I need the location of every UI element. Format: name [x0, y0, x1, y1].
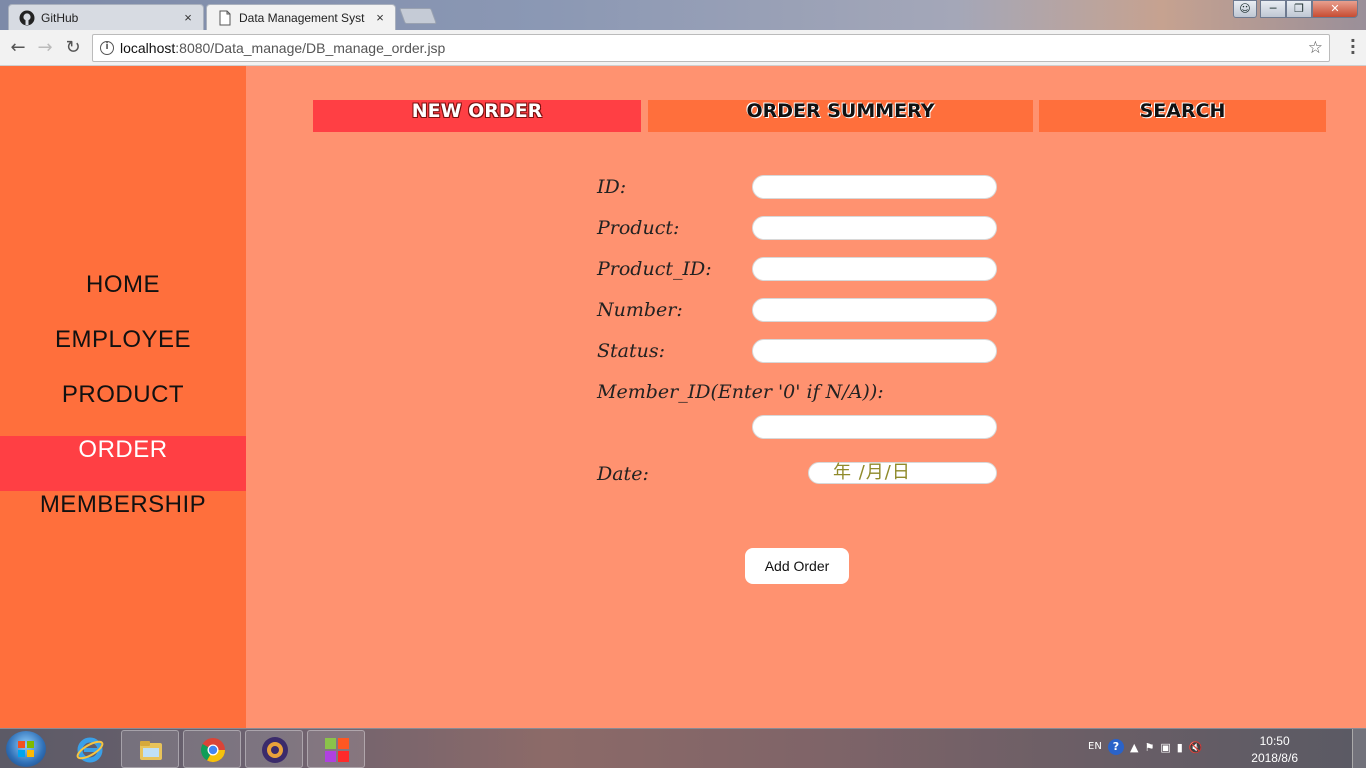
- add-order-button[interactable]: Add Order: [745, 548, 849, 584]
- maximize-button[interactable]: ❐: [1286, 0, 1312, 18]
- language-indicator[interactable]: EN: [1088, 741, 1102, 752]
- status-label: Status:: [597, 340, 666, 362]
- tab-order-summary[interactable]: ORDER SUMMERY: [648, 100, 1033, 132]
- browser-menu-icon[interactable]: · · ·: [1350, 33, 1356, 61]
- help-icon[interactable]: ?: [1108, 739, 1124, 755]
- clock[interactable]: 10:50 2018/8/6: [1251, 733, 1298, 767]
- number-field[interactable]: [752, 298, 997, 322]
- date-label: Date:: [597, 463, 649, 485]
- close-window-button[interactable]: ✕: [1312, 0, 1358, 18]
- url-host: localhost: [120, 40, 176, 56]
- sidebar-item-membership[interactable]: MEMBERSHIP: [0, 491, 246, 546]
- url-path: :8080/Data_manage/DB_manage_order.jsp: [175, 40, 446, 56]
- page-icon: [219, 10, 231, 25]
- show-desktop-button[interactable]: [1352, 729, 1366, 768]
- sidebar-item-employee[interactable]: EMPLOYEE: [0, 326, 246, 381]
- sidebar: HOME EMPLOYEE PRODUCT ORDER MEMBERSHIP: [0, 66, 246, 728]
- reload-icon[interactable]: ↻: [61, 36, 85, 60]
- date-input[interactable]: 年 /月/日: [808, 462, 997, 484]
- folder-icon: [140, 741, 162, 760]
- forward-arrow-icon[interactable]: →: [33, 36, 57, 60]
- new-tab-button[interactable]: [399, 8, 437, 24]
- url-text: localhost:8080/Data_manage/DB_manage_ord…: [120, 35, 445, 61]
- sidebar-item-order[interactable]: ORDER: [0, 436, 246, 491]
- system-tray: EN ? ▲⚑▣▮🔇 10:50 2018/8/6: [1088, 729, 1318, 768]
- id-label: ID:: [597, 176, 627, 198]
- back-arrow-icon[interactable]: ←: [6, 36, 30, 60]
- id-field[interactable]: [752, 175, 997, 199]
- java-ee-ide-icon: [262, 737, 288, 763]
- product-id-field[interactable]: [752, 257, 997, 281]
- address-bar[interactable]: i localhost:8080/Data_manage/DB_manage_o…: [92, 34, 1330, 62]
- main-content: NEW ORDER ORDER SUMMERY SEARCH ID: Produ…: [246, 66, 1366, 728]
- number-label: Number:: [597, 299, 683, 321]
- product-label: Product:: [597, 217, 680, 239]
- browser-tab-strip: GitHub × Data Management Syst × ☺ ─ ❐ ✕: [0, 0, 1366, 30]
- tab-close-icon[interactable]: ×: [371, 10, 389, 25]
- member-id-field[interactable]: [752, 415, 997, 439]
- user-profile-icon[interactable]: ☺: [1233, 0, 1257, 18]
- minimize-button[interactable]: ─: [1260, 0, 1286, 18]
- internet-explorer-icon: [76, 737, 104, 763]
- chrome-icon: [200, 738, 225, 763]
- tray-icons[interactable]: ▲⚑▣▮🔇: [1130, 741, 1208, 754]
- status-field[interactable]: [752, 339, 997, 363]
- tab-close-icon[interactable]: ×: [179, 10, 197, 25]
- clock-time: 10:50: [1259, 734, 1290, 748]
- windows-taskbar: EN ? ▲⚑▣▮🔇 10:50 2018/8/6: [0, 728, 1366, 768]
- member-id-label: Member_ID(Enter '0' if N/A)):: [597, 381, 884, 403]
- sidebar-item-home[interactable]: HOME: [0, 271, 246, 326]
- start-button[interactable]: [6, 731, 46, 767]
- window-controls: ☺ ─ ❐ ✕: [1233, 0, 1358, 18]
- product-id-label: Product_ID:: [597, 258, 712, 280]
- taskbar-chrome[interactable]: [183, 730, 241, 768]
- tab-search[interactable]: SEARCH: [1039, 100, 1326, 132]
- taskbar-explorer[interactable]: [121, 730, 179, 768]
- bookmark-star-icon[interactable]: ☆: [1308, 35, 1323, 61]
- sidebar-item-product[interactable]: PRODUCT: [0, 381, 246, 436]
- clock-date: 2018/8/6: [1251, 751, 1298, 765]
- browser-toolbar: ← → ↻ i localhost:8080/Data_manage/DB_ma…: [0, 30, 1366, 66]
- tab-data-management[interactable]: Data Management Syst ×: [206, 4, 396, 30]
- taskbar-app-squares[interactable]: [307, 730, 365, 768]
- tab-title: Data Management Syst: [239, 10, 365, 25]
- tab-new-order[interactable]: NEW ORDER: [313, 100, 641, 132]
- taskbar-java-ee-ide[interactable]: [245, 730, 303, 768]
- taskbar-ie[interactable]: [60, 730, 118, 768]
- info-icon[interactable]: i: [100, 41, 114, 55]
- github-icon: [19, 10, 35, 25]
- colored-squares-icon: [325, 738, 349, 762]
- tab-title: GitHub: [41, 10, 79, 25]
- product-field[interactable]: [752, 216, 997, 240]
- tab-github[interactable]: GitHub ×: [8, 4, 204, 30]
- windows-logo-icon: [18, 741, 34, 757]
